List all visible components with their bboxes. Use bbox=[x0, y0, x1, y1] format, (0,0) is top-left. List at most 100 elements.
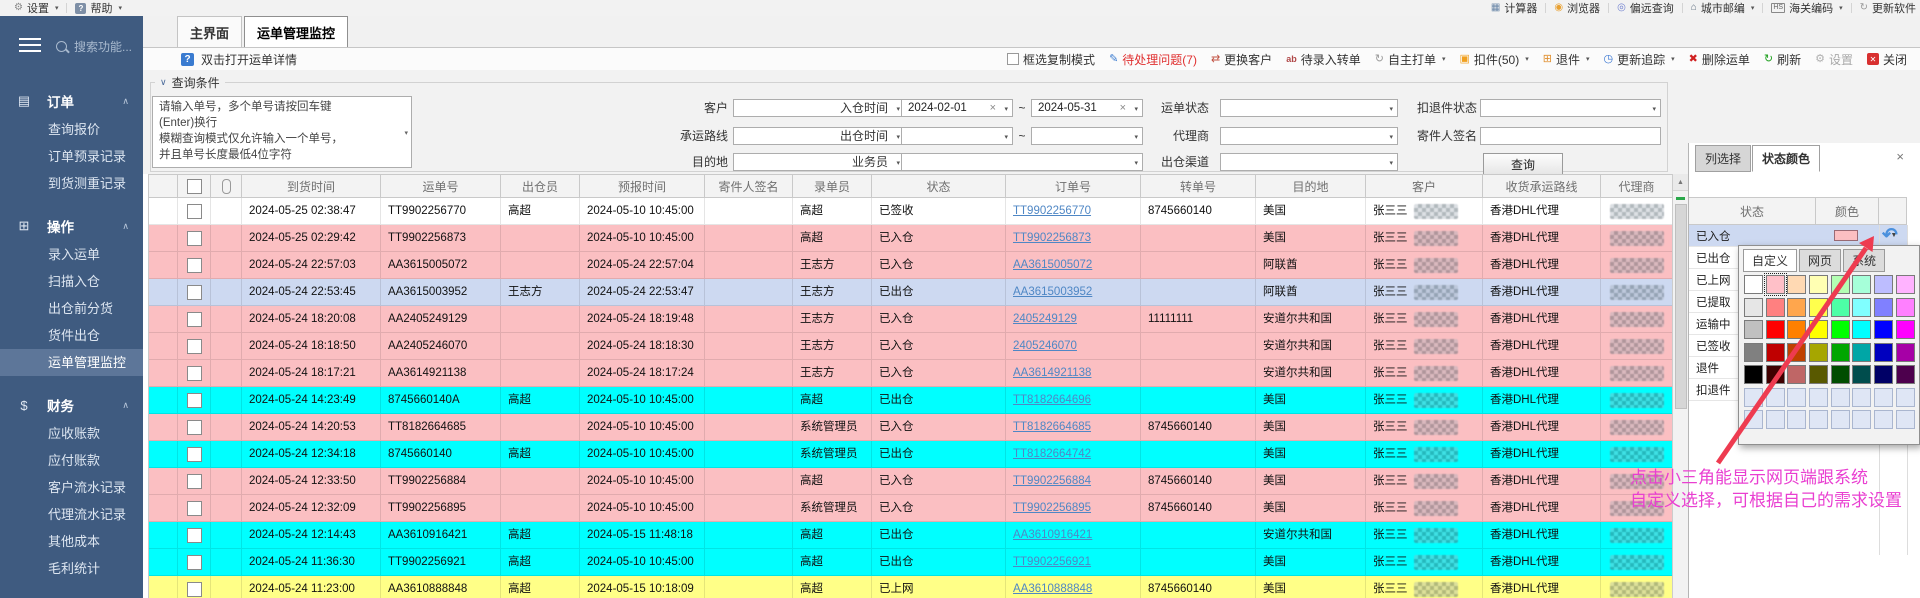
row-select-cell[interactable] bbox=[178, 441, 211, 468]
sidebar-item[interactable]: 其他成本 bbox=[0, 528, 143, 555]
marquee-checkbox[interactable] bbox=[1007, 53, 1019, 65]
color-cell[interactable] bbox=[1787, 320, 1806, 339]
column-header-customer[interactable]: 客户 bbox=[1366, 175, 1483, 198]
row-checkbox[interactable] bbox=[187, 447, 202, 462]
cell-order-no[interactable]: TT8182664696 bbox=[1006, 387, 1141, 414]
return-items-button[interactable]: ⊞退件▾ bbox=[1543, 51, 1590, 68]
cell-order-no[interactable]: TT8182664742 bbox=[1006, 441, 1141, 468]
color-cell[interactable] bbox=[1874, 365, 1893, 384]
sidebar-item[interactable]: 毛利统计 bbox=[0, 555, 143, 582]
empty-color-cell[interactable] bbox=[1744, 388, 1763, 407]
select-all-header[interactable] bbox=[178, 175, 211, 198]
hold-return-status-select[interactable]: ▾ bbox=[1480, 99, 1661, 117]
color-cell[interactable] bbox=[1831, 275, 1850, 294]
color-cell[interactable] bbox=[1896, 365, 1915, 384]
column-header-outbound-operator[interactable]: 出仓员 bbox=[501, 175, 580, 198]
color-cell[interactable] bbox=[1831, 365, 1850, 384]
row-select-cell[interactable] bbox=[178, 360, 211, 387]
row-checkbox[interactable] bbox=[187, 555, 202, 570]
waybill-no-textarea[interactable]: 请输入单号，多个单号请按回车键 (Enter)换行 模糊查询模式仅允许输入一个单… bbox=[152, 96, 412, 168]
settings-menu[interactable]: ⚙设置▾ bbox=[14, 0, 58, 16]
tab-active[interactable]: 运单管理监控 bbox=[244, 16, 348, 47]
cell-order-no[interactable]: TT9902256895 bbox=[1006, 495, 1141, 522]
help-menu[interactable]: ?帮助▾ bbox=[75, 0, 122, 16]
sidebar-item[interactable]: 客户流水记录 bbox=[0, 474, 143, 501]
table-row[interactable]: 2024-05-24 14:20:53TT81826646852024-05-1… bbox=[149, 414, 1673, 441]
panel-tab-列选择[interactable]: 列选择 bbox=[1695, 145, 1751, 172]
color-cell[interactable] bbox=[1744, 365, 1763, 384]
row-checkbox[interactable] bbox=[187, 501, 202, 516]
color-cell[interactable] bbox=[1831, 320, 1850, 339]
sidebar-item[interactable]: 录入运单 bbox=[0, 241, 143, 268]
color-cell[interactable] bbox=[1766, 320, 1785, 339]
color-cell[interactable] bbox=[1744, 320, 1763, 339]
color-cell[interactable] bbox=[1896, 320, 1915, 339]
scroll-up-icon[interactable]: ▲ bbox=[1673, 174, 1688, 191]
sidebar-item[interactable]: 应付账款 bbox=[0, 447, 143, 474]
color-cell[interactable] bbox=[1766, 343, 1785, 362]
calculator-button[interactable]: ▦计算器 bbox=[1491, 0, 1537, 16]
sidebar-item[interactable]: 出仓前分货 bbox=[0, 295, 143, 322]
row-checkbox[interactable] bbox=[187, 474, 202, 489]
color-cell[interactable] bbox=[1852, 298, 1871, 317]
city-postcode-menu[interactable]: ⌂城市邮编▾ bbox=[1691, 0, 1755, 16]
order-link[interactable]: 2405246070 bbox=[1013, 333, 1077, 359]
table-row[interactable]: 2024-05-24 12:34:188745660140高超2024-05-1… bbox=[149, 441, 1673, 468]
picker-tab-自定义[interactable]: 自定义 bbox=[1743, 249, 1797, 272]
undo-icon[interactable]: ↶ bbox=[1882, 224, 1898, 247]
color-cell[interactable] bbox=[1766, 275, 1785, 294]
salesman-select[interactable]: ▾ bbox=[901, 153, 1143, 171]
color-cell[interactable] bbox=[1852, 343, 1871, 362]
color-cell[interactable] bbox=[1809, 298, 1828, 317]
table-row[interactable]: 2024-05-24 14:23:498745660140A高超2024-05-… bbox=[149, 387, 1673, 414]
row-checkbox[interactable] bbox=[187, 420, 202, 435]
empty-color-cell[interactable] bbox=[1766, 410, 1785, 429]
order-link[interactable]: TT9902256921 bbox=[1013, 549, 1091, 575]
column-header-arrival-time[interactable]: 到货时间 bbox=[242, 175, 381, 198]
cell-order-no[interactable]: AA3610888848 bbox=[1006, 576, 1141, 598]
color-cell[interactable] bbox=[1852, 365, 1871, 384]
sidebar-section-header-finance[interactable]: $财务∧ bbox=[0, 390, 143, 420]
panel-tab-状态颜色[interactable]: 状态颜色 bbox=[1752, 145, 1820, 172]
cell-order-no[interactable]: TT9902256921 bbox=[1006, 549, 1141, 576]
picker-tab-系统[interactable]: 系统 bbox=[1843, 249, 1885, 272]
refresh-button[interactable]: ↻刷新 bbox=[1764, 51, 1801, 68]
empty-color-cell[interactable] bbox=[1766, 388, 1785, 407]
color-cell[interactable] bbox=[1787, 343, 1806, 362]
cell-order-no[interactable]: AA3615005072 bbox=[1006, 252, 1141, 279]
waybill-status-select[interactable]: ▾ bbox=[1220, 99, 1398, 117]
empty-color-cell[interactable] bbox=[1874, 410, 1893, 429]
empty-color-cell[interactable] bbox=[1787, 388, 1806, 407]
color-cell[interactable] bbox=[1896, 343, 1915, 362]
empty-color-cell[interactable] bbox=[1787, 410, 1806, 429]
hold-items-button[interactable]: ▣扣件(50)▾ bbox=[1459, 51, 1528, 68]
sidebar-item[interactable]: 运单管理监控 bbox=[0, 349, 143, 376]
sidebar-section-header-orders[interactable]: ▤订单∧ bbox=[0, 86, 143, 116]
column-header-waybill-no[interactable]: 运单号 bbox=[381, 175, 501, 198]
table-row[interactable]: 2024-05-24 12:32:09TT99022568952024-05-1… bbox=[149, 495, 1673, 522]
color-cell[interactable] bbox=[1874, 343, 1893, 362]
column-header-sender-signature[interactable]: 寄件人签名 bbox=[705, 175, 793, 198]
color-cell[interactable] bbox=[1896, 275, 1915, 294]
status-color-row[interactable]: 已入仓▼ bbox=[1689, 225, 1907, 247]
self-print-button[interactable]: ↻自主打单▾ bbox=[1375, 51, 1446, 68]
table-row[interactable]: 2024-05-24 11:23:00AA3610888848高超2024-05… bbox=[149, 576, 1673, 598]
empty-color-cell[interactable] bbox=[1744, 410, 1763, 429]
table-row[interactable]: 2024-05-24 18:20:08AA24052491292024-05-2… bbox=[149, 306, 1673, 333]
color-swatch[interactable] bbox=[1834, 230, 1858, 241]
cell-order-no[interactable]: AA3614921138 bbox=[1006, 360, 1141, 387]
column-header-forecast-time[interactable]: 预报时间 bbox=[580, 175, 705, 198]
cell-order-no[interactable]: TT9902256770 bbox=[1006, 198, 1141, 225]
row-select-cell[interactable] bbox=[178, 198, 211, 225]
color-cell[interactable] bbox=[1744, 275, 1763, 294]
color-cell[interactable] bbox=[1787, 298, 1806, 317]
color-cell[interactable] bbox=[1787, 275, 1806, 294]
order-link[interactable]: AA3610888848 bbox=[1013, 576, 1092, 598]
row-select-cell[interactable] bbox=[178, 576, 211, 598]
row-select-cell[interactable] bbox=[178, 225, 211, 252]
panel-close-icon[interactable]: × bbox=[1896, 151, 1904, 163]
empty-color-cell[interactable] bbox=[1809, 410, 1828, 429]
empty-color-cell[interactable] bbox=[1852, 410, 1871, 429]
cell-order-no[interactable]: TT9902256884 bbox=[1006, 468, 1141, 495]
delete-waybill-button[interactable]: ✖删除运单 bbox=[1689, 51, 1750, 68]
